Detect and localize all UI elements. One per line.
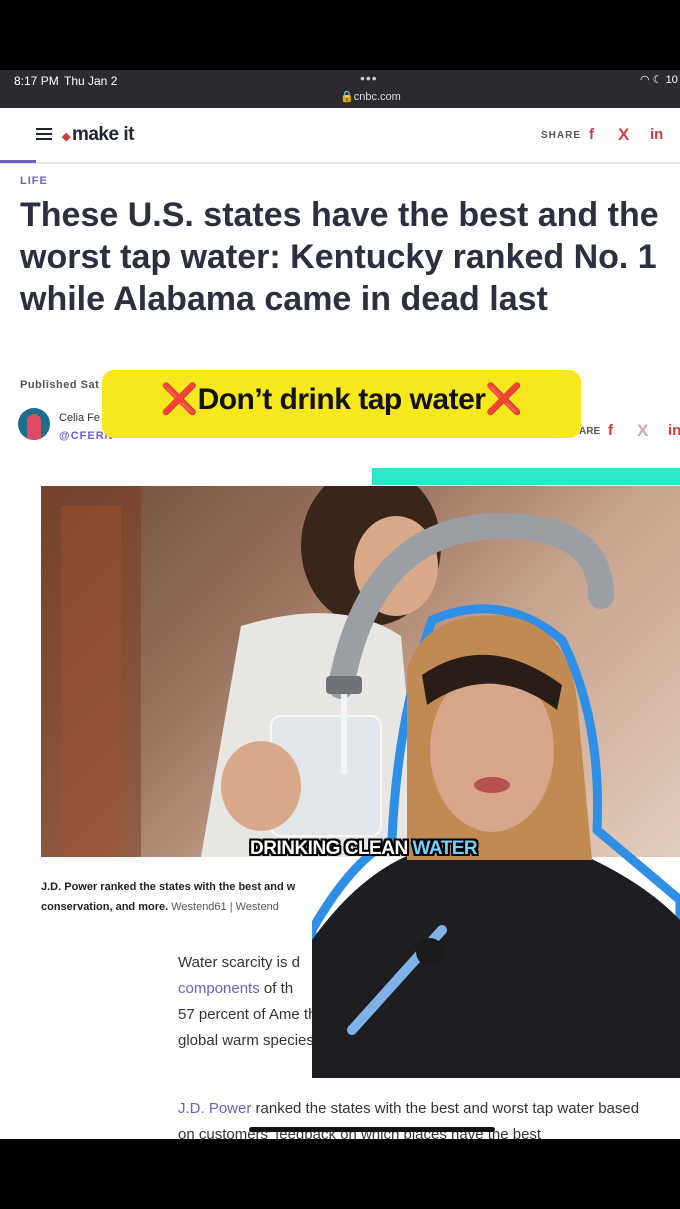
decorative-teal-bar <box>372 468 680 485</box>
moon-icon: ☾ <box>652 74 663 86</box>
logo-text: make it <box>71 124 134 145</box>
status-time: 8:17 PM <box>14 74 59 88</box>
status-bar: 8:17 PM Thu Jan 2 ••• 🔒cnbc.com ◠ ☾ 10 <box>0 70 680 108</box>
banner-caption: Don’t drink tap water <box>197 383 486 416</box>
paragraph-text: 57 percent of Ame than global warm speci… <box>178 1006 334 1049</box>
section-label[interactable]: LIFE <box>20 175 48 187</box>
title-banner: ❌Don’t drink tap water❌ <box>102 370 581 438</box>
menu-icon[interactable] <box>36 128 52 140</box>
banner-text: ❌Don’t drink tap water❌ <box>102 382 581 417</box>
lock-icon: 🔒 <box>340 91 354 103</box>
share-label-secondary: ARE <box>579 426 601 437</box>
subtitle-highlight-text: WATER <box>412 838 478 859</box>
article-paragraph-2: J.D. Power ranked the states with the be… <box>178 1096 658 1139</box>
facebook-icon[interactable]: f <box>589 126 594 143</box>
web-page: ◆ make it SHARE f X in LIFE These U.S. st… <box>0 108 680 1139</box>
linkedin-icon[interactable]: in <box>668 422 680 439</box>
jd-power-link[interactable]: J.D. Power <box>178 1100 251 1117</box>
more-dots-icon[interactable]: ••• <box>360 70 378 86</box>
site-logo[interactable]: ◆ make it <box>62 124 134 146</box>
author-name[interactable]: Celia Fe <box>59 412 100 424</box>
status-icons: ◠ ☾ 10 <box>640 73 678 86</box>
cross-mark-icon: ❌ <box>485 383 523 416</box>
wifi-icon: ◠ <box>640 74 650 86</box>
url-bar[interactable]: 🔒cnbc.com <box>340 90 401 103</box>
linkedin-icon[interactable]: in <box>650 126 663 143</box>
article-headline: These U.S. states have the best and the … <box>20 196 659 318</box>
x-icon[interactable]: X <box>618 125 629 145</box>
paragraph-text: Water scarcity is d <box>178 954 300 971</box>
published-date: Published Sat <box>20 379 100 391</box>
cross-mark-icon: ❌ <box>160 383 198 416</box>
home-indicator[interactable] <box>249 1127 495 1132</box>
x-icon[interactable]: X <box>637 421 648 441</box>
video-subtitle: DRINKING CLEAN WATER <box>246 838 481 864</box>
facebook-icon[interactable]: f <box>608 422 613 439</box>
nbc-peacock-icon: ◆ <box>62 131 70 143</box>
share-label: SHARE <box>541 130 582 141</box>
components-link[interactable]: components <box>178 980 260 997</box>
paragraph-text: of th <box>259 980 294 997</box>
battery-text: 10 <box>665 74 678 86</box>
url-text: cnbc.com <box>353 91 401 103</box>
image-caption: J.D. Power ranked the states with the be… <box>41 877 331 917</box>
author-avatar[interactable] <box>18 408 50 440</box>
site-header: ◆ make it SHARE f X in <box>0 108 680 164</box>
status-date: Thu Jan 2 <box>64 74 118 88</box>
subtitle-white-text: DRINKING CLEAN <box>250 838 408 859</box>
caption-credit: Westend61 | Westend <box>171 901 279 913</box>
header-accent-bar <box>0 160 36 163</box>
